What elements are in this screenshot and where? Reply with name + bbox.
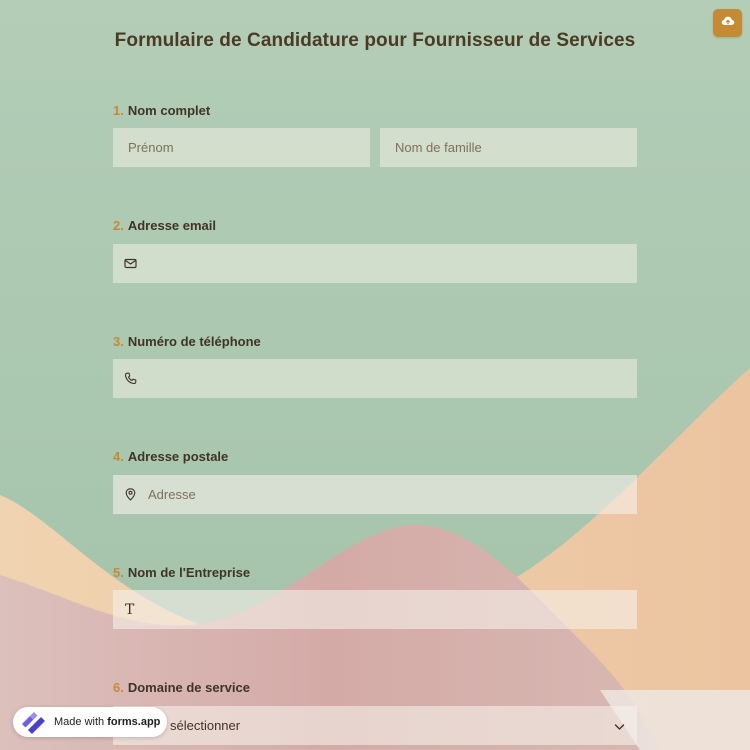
cloud-upload-icon: [721, 14, 735, 32]
phone-field[interactable]: [113, 359, 637, 398]
question-label-postal-address: 4. Adresse postale: [113, 449, 228, 464]
email-field[interactable]: [113, 244, 637, 283]
service-domain-placeholder: sélectionner: [170, 718, 241, 733]
envelope-icon: [123, 257, 137, 271]
question-number: 6.: [113, 680, 124, 695]
question-text: Adresse email: [127, 218, 217, 233]
form-title: Formulaire de Candidature pour Fournisse…: [114, 30, 636, 51]
question-label-email: 2. Adresse email: [113, 218, 216, 233]
last-name-field[interactable]: Nom de famille: [380, 128, 637, 167]
address-placeholder: Adresse: [148, 487, 196, 502]
made-with-badge[interactable]: Made with forms.app: [13, 707, 167, 737]
question-text: Adresse postale: [127, 449, 229, 464]
upload-button[interactable]: [713, 9, 742, 37]
form-page: Formulaire de Candidature pour Fournisse…: [0, 0, 750, 750]
phone-icon: [123, 372, 137, 386]
text-icon: T: [125, 601, 135, 618]
question-number: 5.: [113, 565, 124, 580]
question-label-company-name: 5. Nom de l'Entreprise: [113, 565, 250, 580]
question-label-service-domain: 6. Domaine de service: [113, 680, 250, 695]
badge-text: Made with forms.app: [54, 716, 160, 728]
first-name-field[interactable]: Prénom: [113, 128, 370, 167]
last-name-placeholder: Nom de famille: [395, 140, 482, 155]
question-text: Numéro de téléphone: [127, 334, 261, 349]
question-number: 2.: [113, 218, 124, 233]
question-number: 4.: [113, 449, 124, 464]
service-domain-select[interactable]: sélectionner: [113, 706, 637, 745]
badge-prefix: Made with: [54, 716, 105, 728]
badge-brand: forms.app: [107, 716, 161, 728]
question-label-phone: 3. Numéro de téléphone: [113, 334, 261, 349]
question-text: Nom complet: [127, 103, 211, 118]
company-name-field[interactable]: T: [113, 590, 637, 629]
question-text: Domaine de service: [127, 680, 250, 695]
question-text: Nom de l'Entreprise: [127, 565, 251, 580]
map-pin-icon: [123, 488, 137, 502]
question-number: 1.: [113, 103, 124, 118]
address-field[interactable]: Adresse: [113, 475, 637, 514]
first-name-placeholder: Prénom: [128, 140, 174, 155]
question-label-full-name: 1. Nom complet: [113, 103, 210, 118]
chevron-down-icon: [614, 719, 625, 734]
forms-app-logo-icon: [20, 710, 48, 734]
question-number: 3.: [113, 334, 124, 349]
